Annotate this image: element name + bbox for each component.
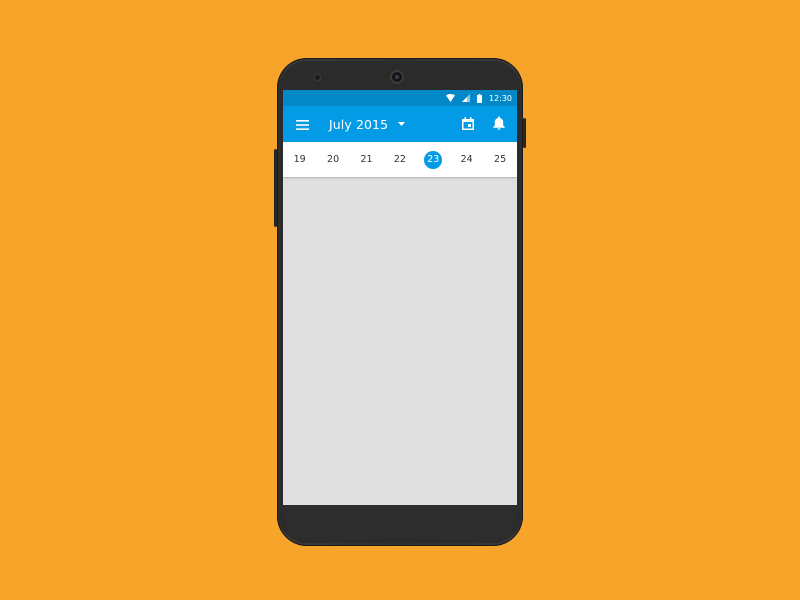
menu-button[interactable] [292,114,312,134]
day-24[interactable]: 24 [450,142,483,177]
wifi-icon [445,94,455,102]
day-number: 21 [360,153,373,165]
day-25[interactable]: 25 [483,142,516,177]
signal-icon [461,94,470,102]
month-title: July 2015 [329,116,389,132]
bell-icon [493,115,505,134]
day-number: 19 [293,153,306,165]
volume-button [523,118,526,148]
status-bar: 12:30 [283,90,517,106]
screen: 12:30 July 2015 19 20 21 22 23 24 25 [283,90,517,505]
phone-bottom-bezel [283,505,517,539]
notifications-button[interactable] [489,114,509,134]
status-time: 12:30 [488,93,512,103]
sensor-dot [315,75,320,80]
week-strip: 19 20 21 22 23 24 25 [283,142,517,177]
day-19[interactable]: 19 [283,142,316,177]
phone-device: 12:30 July 2015 19 20 21 22 23 24 25 [274,58,526,546]
month-selector[interactable]: July 2015 [329,114,406,134]
page-background: 12:30 July 2015 19 20 21 22 23 24 25 [0,0,800,600]
day-number: 25 [494,153,507,165]
day-21[interactable]: 21 [350,142,383,177]
dropdown-arrow-icon [398,122,406,126]
calendar-today-icon [462,115,474,134]
power-button [274,149,277,227]
day-23-selected[interactable]: 23 [417,142,450,177]
day-20[interactable]: 20 [316,142,349,177]
day-number: 20 [327,153,340,165]
day-22[interactable]: 22 [383,142,416,177]
front-camera [392,72,402,82]
menu-icon [295,115,309,134]
events-content-area [283,177,517,505]
selected-day-number: 23 [424,150,443,169]
app-bar: July 2015 [283,106,517,142]
day-number: 22 [393,153,406,165]
today-button[interactable] [458,114,478,134]
battery-icon [476,93,482,103]
day-number: 24 [460,153,473,165]
